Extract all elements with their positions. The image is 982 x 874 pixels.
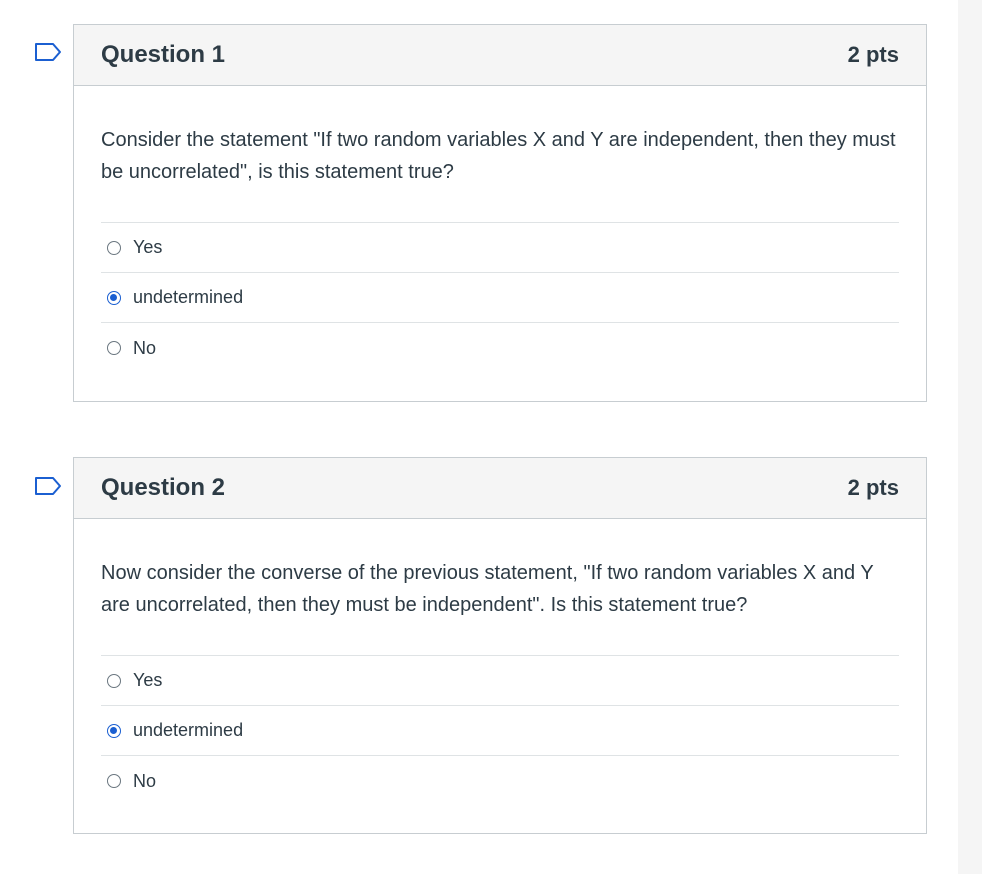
answer-option-undetermined[interactable]: undetermined [101, 273, 899, 323]
question-title: Question 1 [101, 41, 226, 68]
radio-button-selected[interactable] [107, 723, 121, 738]
answer-label: undetermined [133, 287, 244, 307]
question-points: 2 pts [847, 475, 899, 500]
answer-label: undetermined [133, 720, 244, 740]
radio-button[interactable] [107, 673, 121, 688]
answer-list: Yes undetermined No [101, 222, 899, 373]
answer-option-undetermined[interactable]: undetermined [101, 706, 899, 756]
radio-button[interactable] [107, 341, 121, 355]
answer-label: No [133, 337, 157, 358]
answer-option-yes[interactable]: Yes [101, 656, 899, 706]
question-header: Question 2 2 pts [74, 458, 926, 519]
answer-option-no[interactable]: No [101, 323, 899, 373]
radio-button-selected[interactable] [107, 290, 121, 305]
answer-option-no[interactable]: No [101, 756, 899, 806]
radio-button[interactable] [107, 774, 121, 788]
question-text: Now consider the converse of the previou… [101, 562, 874, 616]
flag-question-icon[interactable] [34, 476, 62, 496]
question-header: Question 1 2 pts [74, 25, 926, 86]
question-points: 2 pts [847, 42, 899, 67]
question-title: Question 2 [101, 474, 226, 501]
question-text: Consider the statement "If two random va… [101, 129, 896, 183]
answer-list: Yes undetermined No [101, 655, 899, 806]
flag-question-icon[interactable] [34, 42, 62, 62]
question-card-2: Question 2 2 pts Now consider the conver… [73, 457, 927, 834]
radio-button[interactable] [107, 240, 121, 255]
answer-label: Yes [133, 237, 163, 257]
question-card-1: Question 1 2 pts Consider the statement … [73, 24, 927, 402]
answer-label: Yes [133, 670, 163, 690]
question-body: Now consider the converse of the previou… [74, 519, 926, 833]
answer-label: No [133, 770, 157, 791]
question-body: Consider the statement "If two random va… [74, 86, 926, 401]
page-gutter [958, 0, 982, 874]
answer-option-yes[interactable]: Yes [101, 223, 899, 273]
